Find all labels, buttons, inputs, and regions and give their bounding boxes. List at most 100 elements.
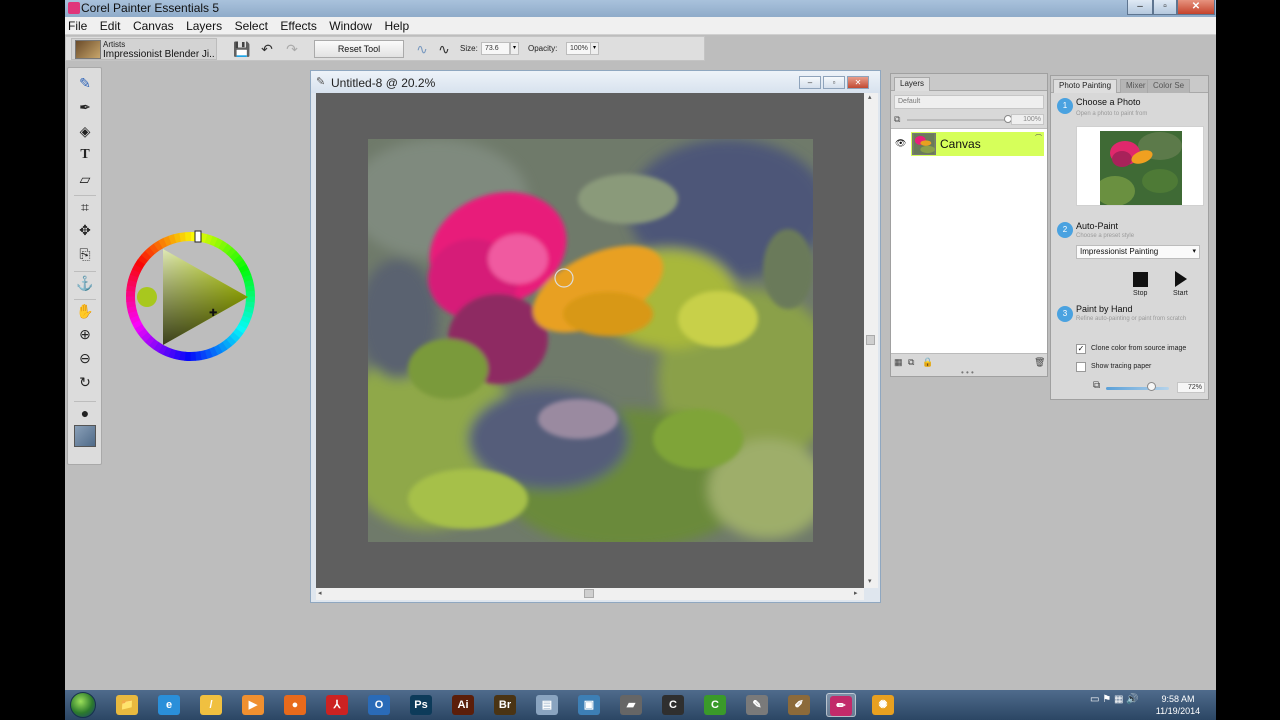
minimize-button[interactable]: –: [1127, 0, 1153, 15]
taskbar-internet-explorer-icon[interactable]: e: [154, 693, 184, 717]
selection-tool-icon[interactable]: ⚓: [74, 271, 96, 293]
dropper-tool-icon[interactable]: ✒: [74, 96, 96, 118]
menu-window[interactable]: Window: [326, 17, 375, 33]
doc-close-button[interactable]: ✕: [847, 76, 869, 89]
menu-help[interactable]: Help: [381, 17, 412, 33]
menu-file[interactable]: File: [65, 17, 90, 33]
menu-select[interactable]: Select: [232, 17, 271, 33]
tray-icons[interactable]: ▭ ⚑ ▦ 🔊: [1090, 694, 1139, 705]
close-button[interactable]: ✕: [1177, 0, 1215, 15]
lock-layer-icon[interactable]: 🔒: [922, 357, 933, 368]
composite-method-dropdown[interactable]: Default: [894, 95, 1044, 109]
reset-tool-button[interactable]: Reset Tool: [314, 40, 404, 58]
undo-icon[interactable]: ↶: [258, 40, 276, 58]
doc-minimize-button[interactable]: –: [799, 76, 821, 89]
taskbar-screen-app-icon[interactable]: ▣: [574, 693, 604, 717]
vertical-scrollbar[interactable]: ▴ ▾: [864, 93, 878, 588]
taskbar-firefox-icon[interactable]: ●: [280, 693, 310, 717]
start-button-icon[interactable]: [70, 692, 96, 718]
taskbar-bridge-icon[interactable]: Br: [490, 693, 520, 717]
layers-tab-bar: Layers: [891, 74, 1047, 91]
hue-ring-segment: [225, 335, 237, 347]
taskbar-paint-app-icon[interactable]: ✎: [742, 693, 772, 717]
layer-row[interactable]: Canvas ⌒: [911, 132, 1044, 156]
menu-canvas[interactable]: Canvas: [130, 17, 177, 33]
tracing-opacity-slider[interactable]: [1106, 387, 1169, 390]
preset-style-dropdown[interactable]: Impressionist Painting ▾: [1076, 245, 1200, 259]
paper-texture-icon[interactable]: [74, 425, 96, 447]
tracing-paper-checkbox[interactable]: [1076, 362, 1086, 372]
taskbar-app-glyph: ✺: [872, 695, 894, 715]
stop-button[interactable]: [1133, 272, 1148, 287]
taskbar-pen-app-icon[interactable]: /: [196, 693, 226, 717]
source-photo-well[interactable]: [1076, 126, 1204, 206]
hue-ring-segment: [126, 284, 136, 292]
opacity-dropdown-icon[interactable]: ▾: [590, 42, 599, 55]
taskbar-eraser-app-icon[interactable]: ▰: [616, 693, 646, 717]
taskbar-illustrator-icon[interactable]: Ai: [448, 693, 478, 717]
menu-layers[interactable]: Layers: [183, 17, 225, 33]
clone-color-checkbox[interactable]: ✓: [1076, 344, 1086, 354]
horizontal-scroll-thumb[interactable]: [584, 589, 594, 598]
clock[interactable]: 9:58 AM 11/19/2014: [1143, 693, 1213, 717]
layer-options-icon[interactable]: ▦: [894, 357, 903, 368]
doc-maximize-button[interactable]: ▫: [823, 76, 845, 89]
tab-layers[interactable]: Layers: [894, 77, 931, 91]
color-swatch-icon[interactable]: ●: [74, 401, 96, 423]
color-wheel[interactable]: ✚: [123, 229, 258, 364]
delete-layer-icon[interactable]: 🗑: [1034, 357, 1045, 368]
taskbar-notepad-icon[interactable]: ▤: [532, 693, 562, 717]
brush-selector[interactable]: Artists Impressionist Blender Ji...: [71, 38, 217, 60]
size-dropdown-icon[interactable]: ▾: [510, 42, 519, 55]
taskbar-brush-app-icon[interactable]: ✐: [784, 693, 814, 717]
layer-opacity-field[interactable]: 100%: [1011, 114, 1044, 125]
panel-resize-grip-icon[interactable]: • • •: [961, 368, 974, 377]
layer-visibility-eye-icon[interactable]: 👁: [895, 138, 906, 149]
text-tool-icon[interactable]: T: [74, 144, 96, 166]
canvas-painting[interactable]: [368, 139, 813, 542]
redo-icon[interactable]: ↷: [283, 40, 301, 58]
taskbar-media-player-icon[interactable]: ▶: [238, 693, 268, 717]
taskbar-file-explorer-icon[interactable]: 📁: [112, 693, 142, 717]
stroke-smooth-icon[interactable]: ∿: [435, 40, 453, 58]
start-button[interactable]: [1175, 271, 1187, 287]
taskbar-corel-painter-icon[interactable]: ✏: [826, 693, 856, 717]
horizontal-scrollbar[interactable]: ◂ ▸: [316, 588, 864, 600]
rotate-tool-icon[interactable]: ↻: [74, 371, 96, 393]
brush-tool-icon[interactable]: ✎: [74, 72, 96, 94]
size-field[interactable]: 73.6: [481, 42, 510, 55]
taskbar-photoshop-icon[interactable]: Ps: [406, 693, 436, 717]
new-layer-icon[interactable]: ⧉: [908, 357, 914, 368]
layer-opacity-slider[interactable]: [907, 119, 1007, 121]
clone-tool-icon[interactable]: ⎘: [74, 243, 96, 265]
crop-tool-icon[interactable]: ⌗: [74, 195, 96, 217]
taskbar-sun-app-icon[interactable]: ✺: [868, 693, 898, 717]
grabber-tool-icon[interactable]: ✋: [74, 299, 96, 321]
transform-tool-icon[interactable]: ✥: [74, 219, 96, 241]
document-title: Untitled-8 @ 20.2%: [331, 76, 436, 90]
taskbar-camtasia-recorder-icon[interactable]: C: [658, 693, 688, 717]
tab-photo-painting[interactable]: Photo Painting: [1053, 79, 1118, 93]
zoom-in-tool-icon[interactable]: ⊕: [74, 323, 96, 345]
maximize-button[interactable]: ▫: [1153, 0, 1177, 15]
opacity-field[interactable]: 100%: [566, 42, 591, 55]
hue-marker[interactable]: [194, 230, 202, 243]
tab-color-sets[interactable]: Color Se: [1147, 79, 1191, 93]
zoom-out-tool-icon[interactable]: ⊖: [74, 347, 96, 369]
taskbar-camtasia-studio-icon[interactable]: C: [700, 693, 730, 717]
hue-ring-segment: [168, 234, 177, 245]
stroke-icon[interactable]: ∿: [413, 40, 431, 58]
taskbar-acrobat-icon[interactable]: ⅄: [322, 693, 352, 717]
tracing-opacity-field[interactable]: 72%: [1177, 382, 1205, 393]
canvas-area[interactable]: [316, 93, 864, 588]
vertical-scroll-thumb[interactable]: [866, 335, 875, 345]
save-icon[interactable]: 💾: [233, 40, 251, 58]
menu-edit[interactable]: Edit: [97, 17, 124, 33]
hue-ring-segment: [153, 341, 163, 353]
step-1-badge: 1: [1057, 98, 1073, 114]
menu-effects[interactable]: Effects: [277, 17, 319, 33]
taskbar-app-glyph: e: [158, 695, 180, 715]
paint-bucket-tool-icon[interactable]: ◈: [74, 120, 96, 142]
taskbar-outlook-icon[interactable]: O: [364, 693, 394, 717]
eraser-tool-icon[interactable]: ▱: [74, 168, 96, 190]
